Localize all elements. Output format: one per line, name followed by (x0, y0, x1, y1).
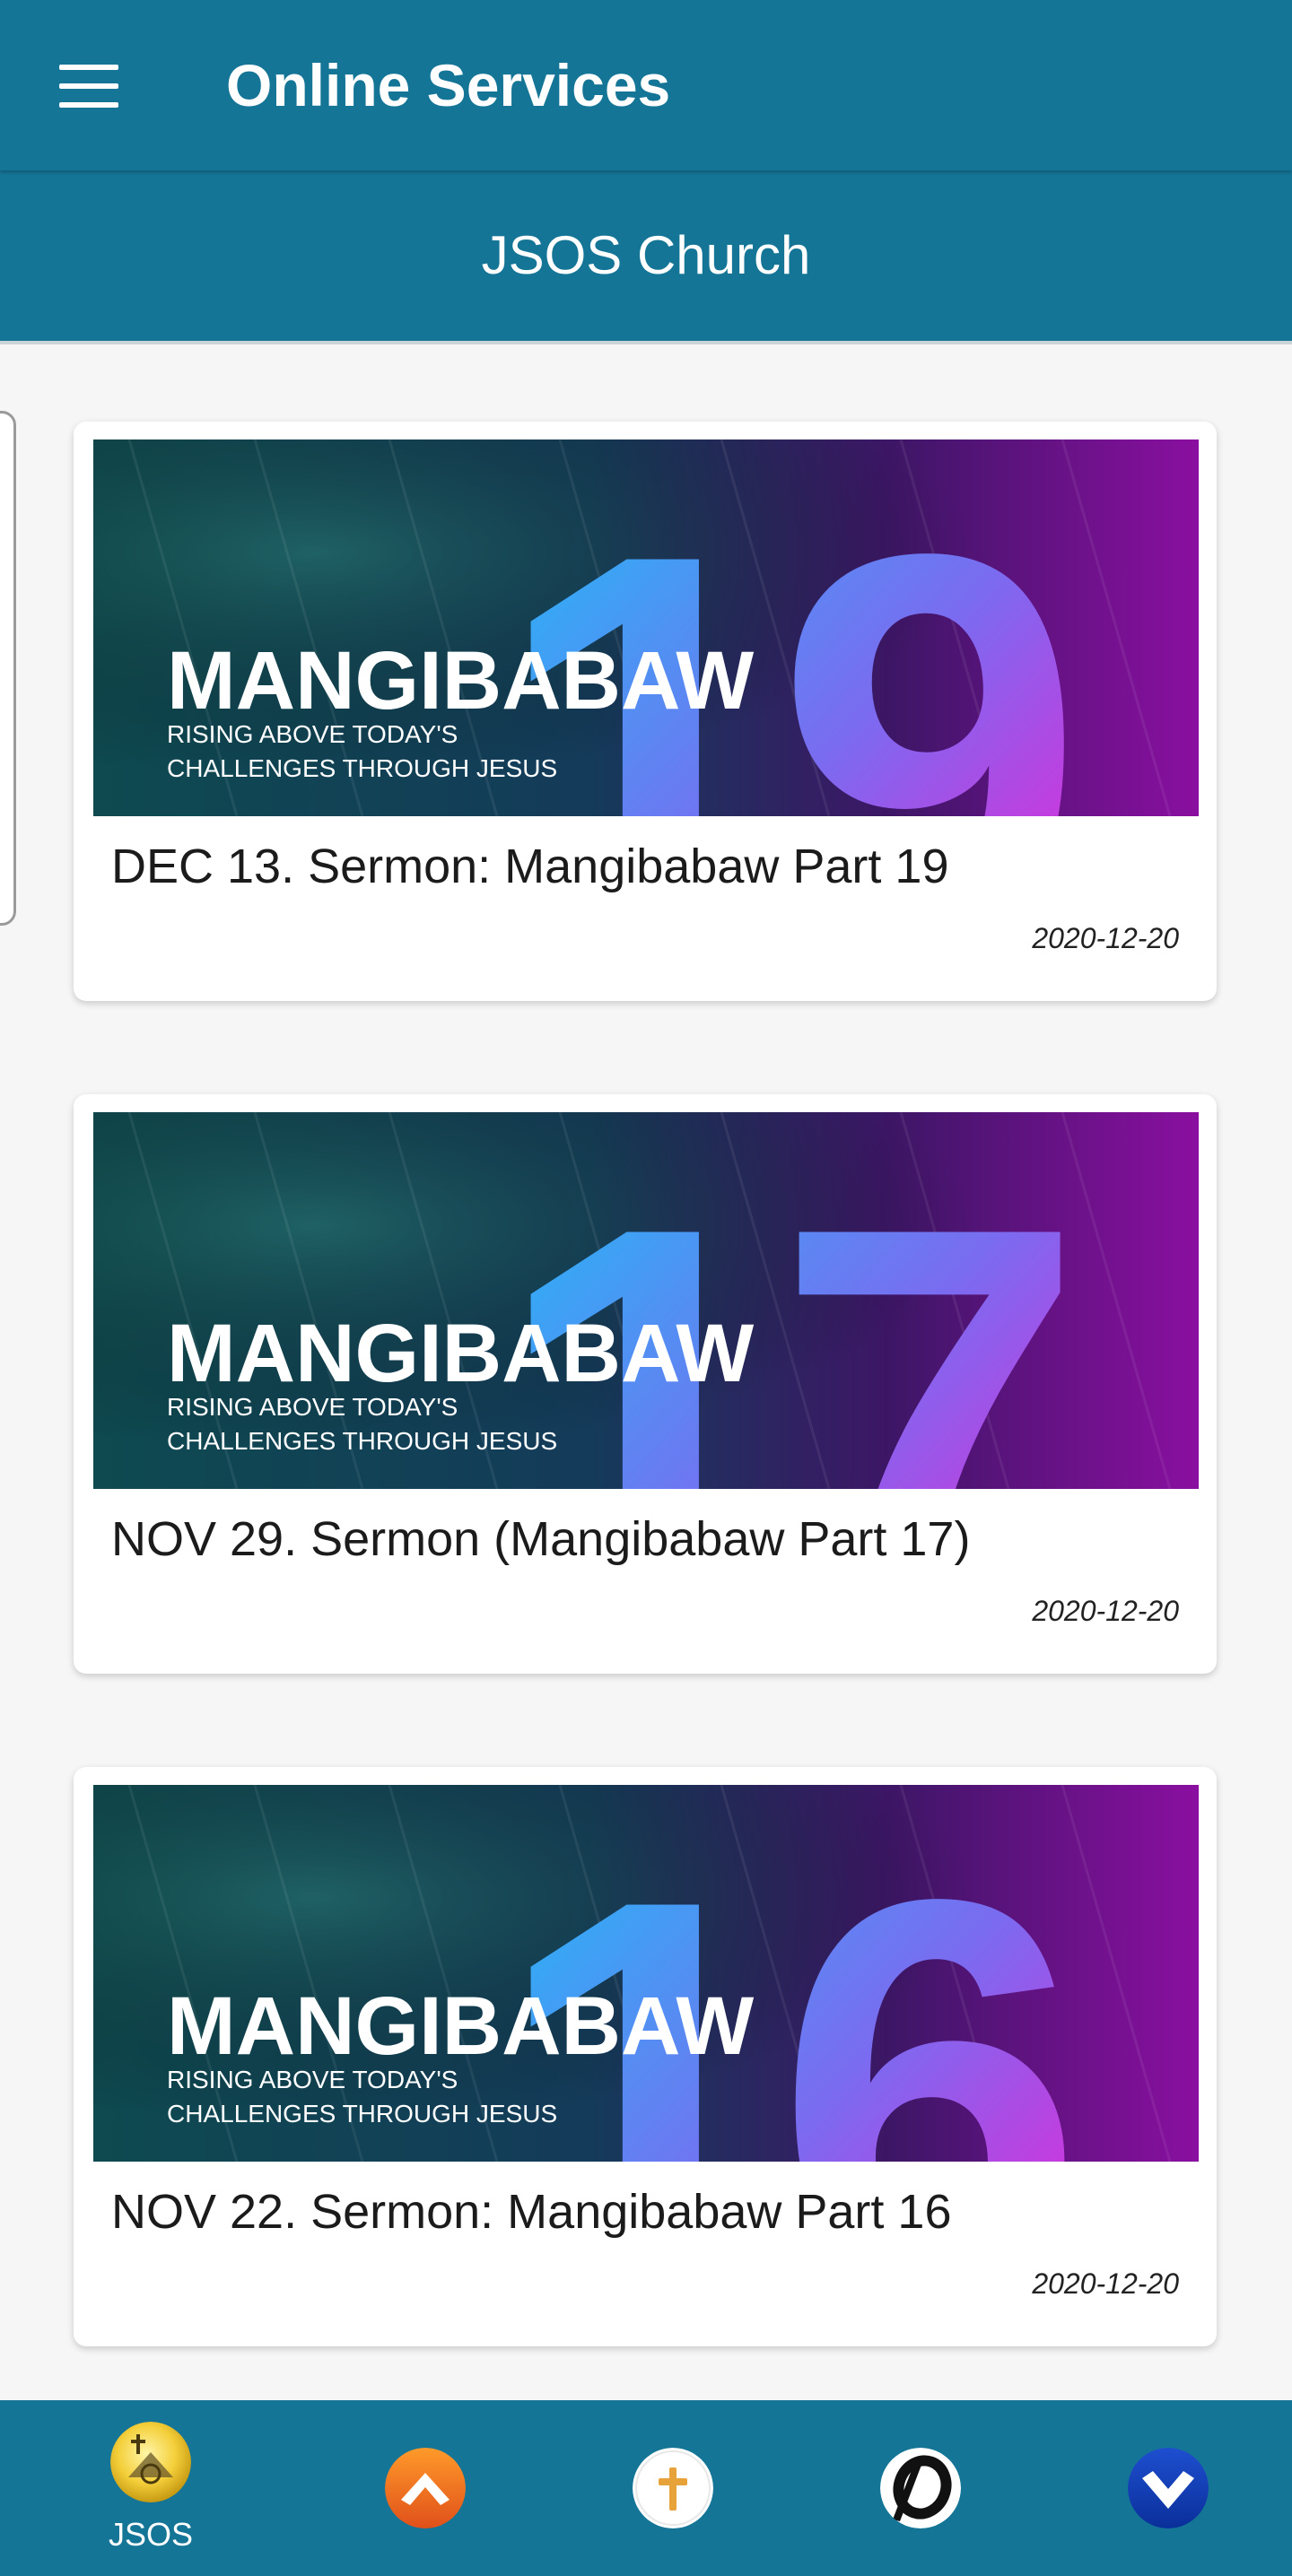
bottom-nav: JSOS (0, 2400, 1292, 2576)
nav-item-cross[interactable] (574, 2400, 772, 2576)
sermon-thumbnail: 19 MANGIBABAW RISING ABOVE TODAY'S CHALL… (93, 439, 1199, 816)
nav-item-chevron[interactable] (1069, 2400, 1267, 2576)
series-brand: MANGIBABAW (167, 1308, 754, 1399)
sermon-number: 16 (493, 1785, 1070, 2162)
series-tagline-line1: RISING ABOVE TODAY'S (167, 2066, 458, 2093)
series-tagline-line1: RISING ABOVE TODAY'S (167, 720, 458, 748)
channel-title: JSOS Church (481, 225, 811, 285)
sermon-thumbnail: 16 MANGIBABAW RISING ABOVE TODAY'S CHALL… (93, 1785, 1199, 2162)
series-tagline-line2: CHALLENGES THROUGH JESUS (167, 2100, 557, 2128)
sermon-card[interactable]: 16 MANGIBABAW RISING ABOVE TODAY'S CHALL… (74, 1767, 1217, 2346)
nav-item-orange[interactable] (327, 2400, 524, 2576)
side-panel-edge[interactable] (0, 411, 16, 926)
series-tagline-line1: RISING ABOVE TODAY'S (167, 1393, 458, 1421)
sermon-title: DEC 13. Sermon: Mangibabaw Part 19 (111, 840, 949, 893)
page-title: Online Services (226, 52, 671, 118)
sermon-date: 2020-12-20 (1032, 922, 1179, 954)
series-tagline-line2: CHALLENGES THROUGH JESUS (167, 754, 557, 782)
series-tagline-line2: CHALLENGES THROUGH JESUS (167, 1427, 557, 1455)
o-logo-icon (880, 2448, 961, 2528)
app-bar: Online Services (0, 0, 1292, 170)
nav-item-o[interactable] (822, 2400, 1019, 2576)
jsos-church-logo-icon (110, 2422, 191, 2502)
sermon-title: NOV 22. Sermon: Mangibabaw Part 16 (111, 2185, 952, 2239)
nav-item-jsos[interactable]: JSOS (52, 2400, 249, 2576)
series-brand: MANGIBABAW (167, 635, 754, 727)
sermon-card[interactable]: 17 MANGIBABAW RISING ABOVE TODAY'S CHALL… (74, 1094, 1217, 1674)
sermon-title: NOV 29. Sermon (Mangibabaw Part 17) (111, 1512, 971, 1566)
sermon-date: 2020-12-20 (1032, 1595, 1179, 1627)
series-brand: MANGIBABAW (167, 1980, 754, 2072)
menu-button[interactable] (47, 52, 127, 120)
nav-label: JSOS (108, 2516, 194, 2553)
cross-logo-icon (633, 2448, 713, 2528)
blue-chevron-down-icon (1128, 2448, 1209, 2528)
sermon-thumbnail: 17 MANGIBABAW RISING ABOVE TODAY'S CHALL… (93, 1112, 1199, 1489)
channel-header: JSOS Church (0, 170, 1292, 344)
sermon-date: 2020-12-20 (1032, 2267, 1179, 2300)
sermon-number: 19 (493, 439, 1070, 816)
sermon-card[interactable]: 19 MANGIBABAW RISING ABOVE TODAY'S CHALL… (74, 422, 1217, 1001)
orange-up-arrow-logo-icon (385, 2448, 466, 2528)
sermon-number: 17 (493, 1112, 1062, 1489)
